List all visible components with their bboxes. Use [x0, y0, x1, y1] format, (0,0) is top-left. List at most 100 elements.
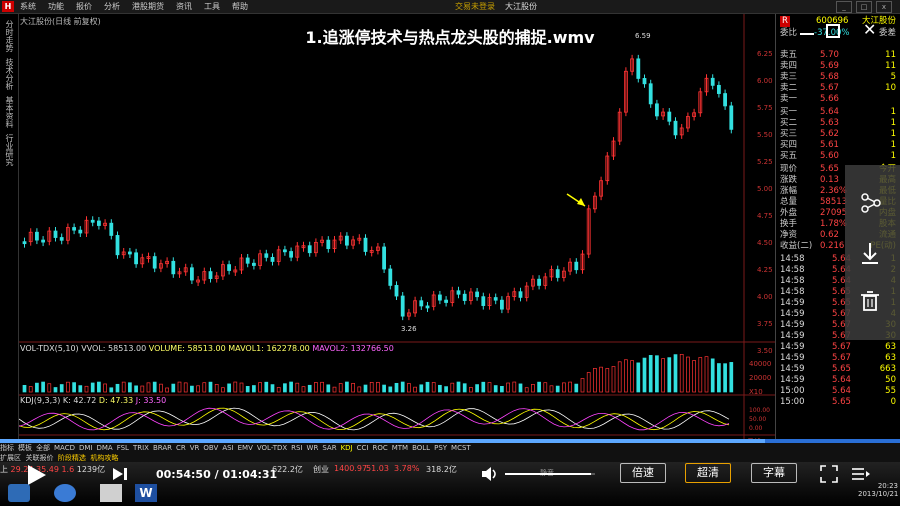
indicator-tab[interactable]: ROC	[372, 444, 387, 452]
app-logo: H	[2, 1, 14, 12]
indicator-tab[interactable]: TRIX	[133, 444, 149, 452]
indicator-tab[interactable]: 指标	[0, 444, 14, 452]
indicator-tab[interactable]: SAR	[322, 444, 336, 452]
indicator-tab[interactable]: 全部	[36, 444, 50, 452]
start-icon[interactable]	[8, 484, 30, 502]
ask-row-volume: 11	[885, 61, 896, 71]
indicator-tab[interactable]: KDJ	[341, 444, 353, 452]
volume-icon[interactable]	[481, 466, 499, 482]
picture-in-picture-icon[interactable]	[826, 24, 840, 38]
indicator-tab[interactable]: VOL-TDX	[257, 444, 287, 452]
video-title: 1.追涨停技术与热点龙头股的捕捉.wmv	[305, 28, 595, 47]
candle-body	[648, 83, 653, 105]
indicator-tab[interactable]: RSI	[291, 444, 302, 452]
volume-bar	[227, 383, 231, 393]
menu-item-tools[interactable]: 工具	[204, 1, 220, 12]
quality-button[interactable]: 超清	[685, 463, 731, 483]
trade-login-link[interactable]: 交易未登录	[455, 1, 495, 12]
minimize-button[interactable]: _	[836, 1, 852, 13]
share-icon[interactable]	[861, 193, 881, 213]
playlist-icon[interactable]	[851, 465, 871, 483]
clock-time: 20:23	[877, 482, 898, 490]
indicator-tab[interactable]: VR	[190, 444, 200, 452]
indicator-tab[interactable]: FSL	[117, 444, 129, 452]
mavol2-value: MAVOL2: 132766.50	[312, 344, 394, 353]
tick-row: 14:59 5.67 63	[780, 353, 898, 364]
tick-row-label: 14:58	[780, 276, 805, 286]
menu-item-analysis[interactable]: 分析	[104, 1, 120, 12]
indicator-tab[interactable]: OBV	[203, 444, 218, 452]
speed-button[interactable]: 倍速	[620, 463, 666, 483]
media-player-taskbar-icon[interactable]	[54, 484, 76, 502]
volume-bar	[655, 355, 659, 393]
indicator-tab[interactable]: CCI	[357, 444, 369, 452]
volume-slider[interactable]	[505, 473, 595, 475]
indicator-tab[interactable]: ASI	[222, 444, 233, 452]
selection-tab[interactable]: 阶段精选	[58, 454, 86, 462]
bid-row-volume: 1	[890, 140, 896, 150]
ext-area-tab[interactable]: 扩展区	[0, 454, 21, 462]
volume-bar	[78, 385, 83, 393]
indicator-tab[interactable]: CR	[176, 444, 186, 452]
candlestick-chart[interactable]: 6.25 6.00 5.75 5.50 5.25 5.00 4.75 4.50 4.25 4.00…	[19, 14, 775, 439]
volume-bar	[524, 387, 529, 393]
volume-bar	[686, 356, 690, 393]
tab-fundamentals[interactable]: 基本资料	[2, 96, 16, 128]
candle-body	[59, 237, 64, 241]
subtitle-button[interactable]: 字幕	[751, 463, 797, 483]
indicator-tab[interactable]: MCST	[451, 444, 471, 452]
indicator-tab[interactable]: BOLL	[412, 444, 430, 452]
menu-item-hk-futures[interactable]: 港股期货	[132, 1, 164, 12]
volume-bar	[624, 359, 628, 393]
indicator-tab[interactable]: 模板	[18, 444, 32, 452]
stat-row-value: 5.65	[820, 164, 839, 174]
bid-row: 买五 5.60 1	[780, 151, 898, 162]
bid-row-volume: 1	[890, 118, 896, 128]
volume-bar	[425, 381, 430, 393]
maximize-button[interactable]: □	[856, 1, 872, 13]
indicator-tab[interactable]: WR	[307, 444, 319, 452]
tick-row-value: 5.65	[832, 364, 851, 374]
download-icon[interactable]	[862, 243, 878, 264]
indicator-tab[interactable]: MTM	[392, 444, 408, 452]
volume-bar	[270, 384, 275, 393]
minimize-player-icon[interactable]	[800, 33, 814, 35]
tab-intraday[interactable]: 分时走势	[2, 20, 16, 52]
menu-item-system[interactable]: 系统	[20, 1, 36, 12]
indicator-tab[interactable]: PSY	[434, 444, 447, 452]
strategy-tab[interactable]: 机构攻略	[90, 454, 118, 462]
ask-row-value: 5.66	[820, 94, 839, 104]
tick-row-label: 14:58	[780, 287, 805, 297]
related-quote-tab[interactable]: 关联报价	[25, 454, 53, 462]
ask-row-value: 5.67	[820, 83, 839, 93]
indicator-tab[interactable]: DMA	[96, 444, 112, 452]
candle-body	[673, 120, 678, 136]
volume-bar	[171, 383, 176, 393]
indicator-tab[interactable]: EMV	[238, 444, 253, 452]
tick-row-label: 14:58	[780, 265, 805, 275]
close-icon[interactable]: ✕	[863, 20, 876, 39]
menu-item-quote[interactable]: 报价	[76, 1, 92, 12]
candle-body	[574, 261, 579, 271]
indicator-tab[interactable]: MACD	[54, 444, 75, 452]
axis-labels: 6.25 6.00 5.75 5.50 5.25 5.00 4.75 4.50 4.25 4.00…	[19, 50, 773, 439]
menu-item-help[interactable]: 帮助	[232, 1, 248, 12]
menu-item-news[interactable]: 资讯	[176, 1, 192, 12]
delete-icon[interactable]	[861, 291, 879, 311]
indicator-tab[interactable]: DMI	[79, 444, 93, 452]
tab-industry[interactable]: 行业研究	[2, 134, 16, 166]
word-taskbar-icon[interactable]: W	[135, 484, 157, 502]
fullscreen-icon[interactable]	[820, 465, 838, 483]
close-window-button[interactable]: x	[876, 1, 892, 13]
candle-body	[264, 253, 269, 258]
stat-row-label: 净资	[780, 230, 798, 240]
indicator-tab[interactable]: BRAR	[153, 444, 172, 452]
next-icon[interactable]	[112, 466, 128, 482]
tick-row-volume: 663	[879, 364, 896, 374]
menu-item-function[interactable]: 功能	[48, 1, 64, 12]
file-taskbar-icon[interactable]	[100, 484, 122, 502]
price-tick-label: 6.00	[757, 77, 773, 85]
stat-row-value: 2.36%	[820, 186, 848, 196]
volume-bar	[351, 382, 355, 393]
tab-technical[interactable]: 技术分析	[2, 58, 16, 90]
